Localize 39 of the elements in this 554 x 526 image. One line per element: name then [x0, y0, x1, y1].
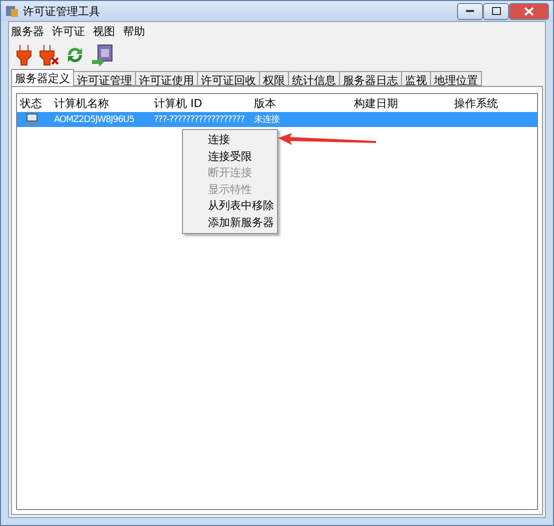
menu-item[interactable]: 从列表中移除	[185, 198, 275, 214]
table-cell-text: AOMZ2D5JW8J96U5	[53, 114, 136, 124]
menu-item[interactable]: 连接受限	[185, 148, 275, 165]
app-icon	[5, 4, 19, 18]
column-header[interactable]: 版本	[251, 96, 351, 110]
tab[interactable]: 统计信息	[288, 71, 340, 86]
maximize-button[interactable]	[483, 2, 509, 20]
menu-item[interactable]: 许可证	[52, 24, 85, 39]
table-cell-text: ???-??????????????????	[153, 114, 246, 124]
column-header[interactable]: 计算机 ID	[151, 96, 251, 110]
column-header[interactable]: 操作系统	[451, 96, 537, 110]
menu-item[interactable]: 添加新服务器	[185, 214, 275, 231]
column-header[interactable]: 计算机名称	[51, 96, 151, 110]
tab[interactable]: 权限	[259, 71, 289, 86]
tab[interactable]: 地理位置	[430, 71, 482, 86]
tab[interactable]: 服务器日志	[339, 71, 402, 86]
plug-icon[interactable]	[15, 44, 33, 66]
refresh-icon[interactable]	[65, 45, 85, 65]
unplug-icon[interactable]	[39, 44, 59, 66]
tab[interactable]: 许可证回收	[197, 71, 260, 86]
menu-item[interactable]: 帮助	[123, 24, 145, 39]
table-cell-text: 未连接	[253, 114, 281, 126]
maximize-icon	[492, 7, 500, 15]
server-arrow-icon[interactable]	[91, 44, 113, 66]
tab[interactable]: 监视	[401, 71, 431, 86]
window-title: 许可证管理工具	[23, 4, 100, 18]
minimize-button[interactable]	[457, 2, 483, 20]
menu-item[interactable]: 视图	[93, 24, 115, 39]
menu-item[interactable]: 服务器	[11, 24, 44, 39]
tab[interactable]: 服务器定义	[11, 69, 74, 86]
menu-item[interactable]: 连接	[185, 132, 275, 148]
computer-icon	[25, 113, 39, 126]
close-button[interactable]	[509, 2, 549, 20]
tab[interactable]: 许可证管理	[73, 71, 136, 86]
column-header[interactable]: 状态	[17, 96, 51, 110]
tab[interactable]: 许可证使用	[135, 71, 198, 86]
close-icon	[524, 6, 534, 16]
column-header[interactable]: 构建日期	[351, 96, 451, 110]
minimize-icon	[466, 10, 474, 12]
